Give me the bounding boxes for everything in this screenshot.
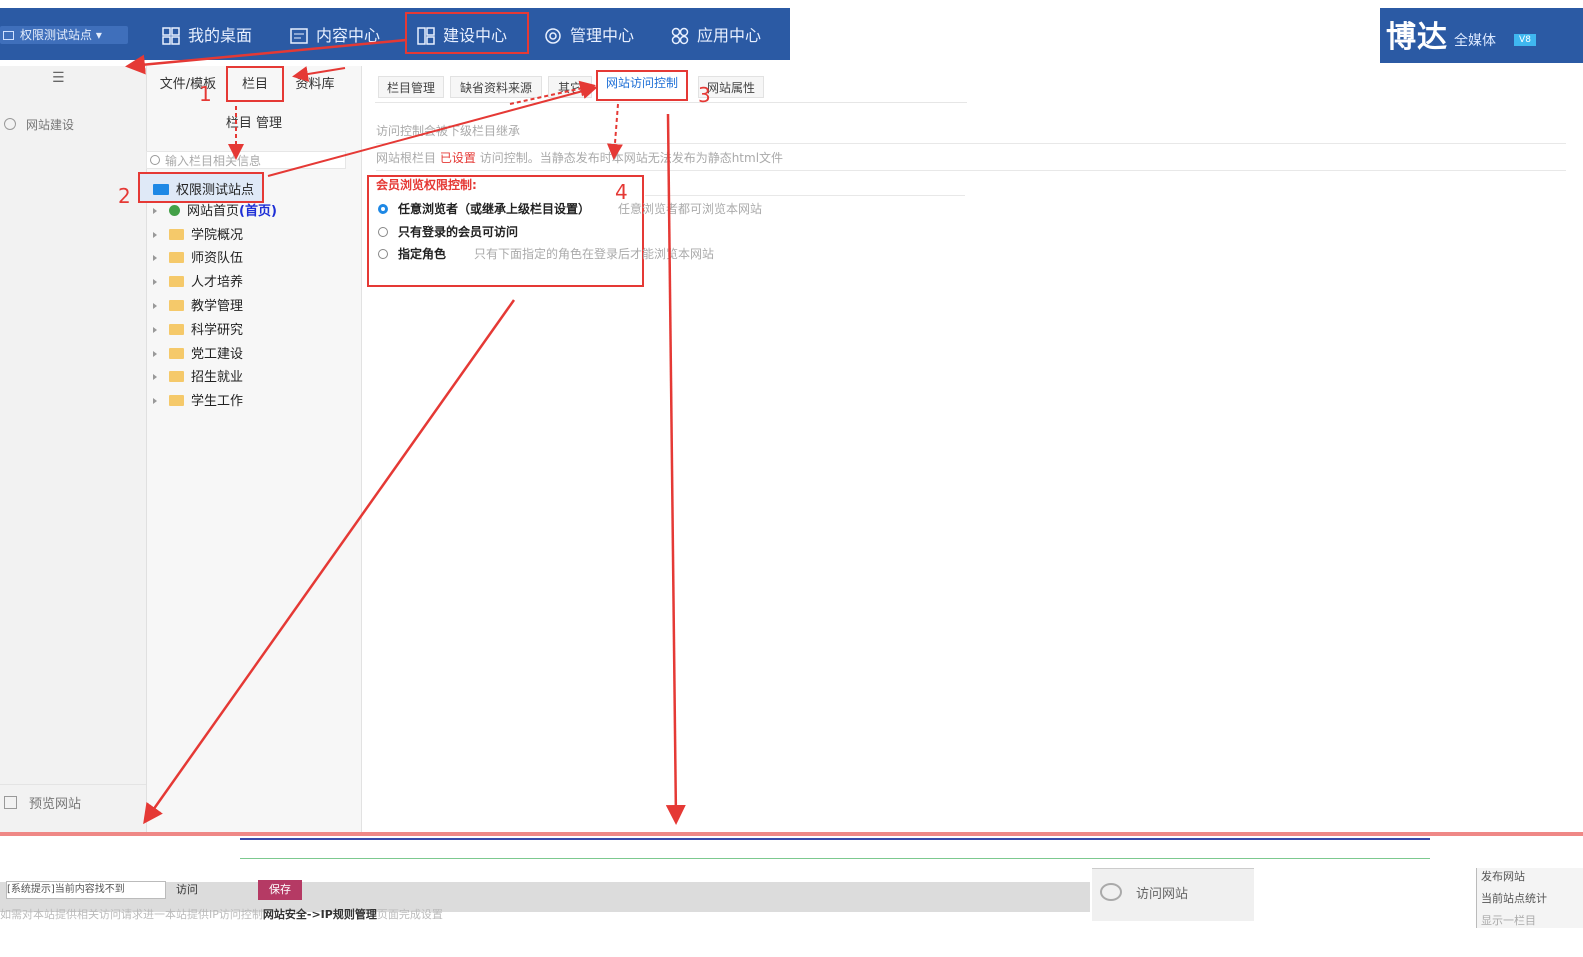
arrow-tab-to-options — [606, 103, 623, 160]
arrow-tab-to-tab — [292, 66, 346, 82]
visit-site-button[interactable]: 访问网站 — [1092, 868, 1254, 921]
visit-site-label: 访问网站 — [1136, 887, 1189, 902]
bottom-access-label: 访问 — [176, 883, 198, 896]
arrow-root-to-tab — [267, 83, 598, 177]
bottom-right-panel: 发布网站 当前站点统计 显示一栏目 — [1476, 868, 1583, 928]
bottom-red-edge — [0, 832, 1583, 836]
site-stats-link[interactable]: 当前站点统计 — [1477, 884, 1583, 906]
arrow-nav-to-sidebar — [125, 38, 407, 75]
bottom-prompt-input[interactable]: [系统提示]当前内容找不到 — [6, 881, 166, 899]
save-button[interactable]: 保存 — [258, 880, 302, 900]
arrow-box-to-bottom — [143, 299, 516, 825]
bottom-tip: 如需对本站提供相关访问请求进一本站提供IP访问控制网站安全->IP规则管理页面完… — [0, 906, 443, 922]
tip-prefix: 如需对本站提供相关访问请求进一本站提供IP访问控制 — [0, 908, 263, 921]
bottom-garbled-bar — [240, 838, 1430, 859]
planet-icon — [1100, 883, 1122, 901]
show-column-link[interactable]: 显示一栏目 — [1477, 906, 1583, 928]
publish-site-link[interactable]: 发布网站 — [1477, 868, 1583, 884]
ip-rule-link[interactable]: 网站安全->IP规则管理 — [263, 908, 377, 921]
arrow-tab-to-tab — [509, 80, 596, 105]
tip-suffix: 页面完成设置 — [376, 908, 443, 921]
annotation-arrows — [125, 38, 686, 825]
arrow-down-long — [665, 113, 686, 825]
